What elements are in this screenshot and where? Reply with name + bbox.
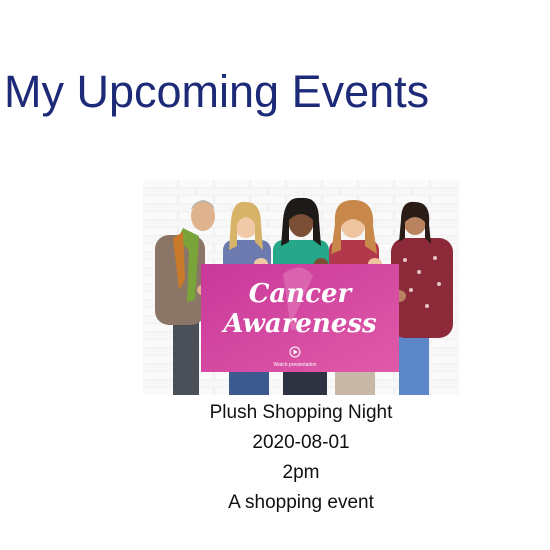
event-info: Plush Shopping Night 2020-08-01 2pm A sh…	[143, 398, 459, 518]
sign-line-1: Cancer	[249, 279, 354, 309]
sign-line-2: Awareness	[220, 309, 377, 339]
event-time: 2pm	[282, 462, 320, 483]
event-name: Plush Shopping Night	[209, 402, 393, 423]
page-title: My Upcoming Events	[4, 66, 430, 117]
event-description: A shopping event	[228, 492, 374, 513]
sign-caption: Watch presentation	[274, 362, 317, 368]
event-card: Cancer Awareness Watch presentation Plus…	[143, 180, 459, 518]
awareness-sign: Cancer Awareness Watch presentation	[201, 264, 399, 372]
event-image: Cancer Awareness Watch presentation	[143, 180, 459, 395]
event-date: 2020-08-01	[252, 432, 350, 453]
